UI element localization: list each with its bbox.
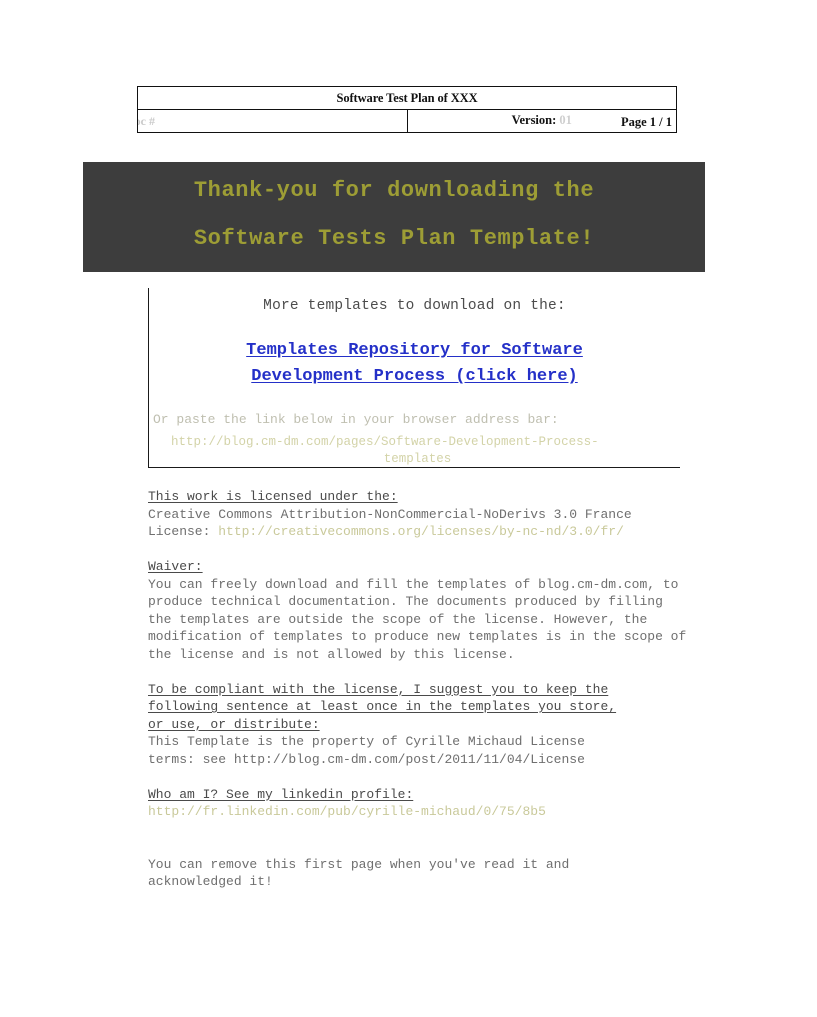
header-version-label: Version: (511, 113, 557, 127)
banner-line-1: Thank-you for downloading the (193, 178, 595, 203)
repository-url: http://blog.cm-dm.com/pages/Software-Dev… (159, 434, 676, 468)
license-line-1: Creative Commons Attribution-NonCommerci… (148, 506, 632, 522)
header-version-group: Version: 01 (408, 113, 677, 128)
license-heading: This work is licensed under the: (148, 489, 398, 504)
header-document-title: Software Test Plan of XXX (137, 86, 677, 110)
document-page: Software Test Plan of XXX Doc # Version:… (0, 0, 817, 1017)
waiver-heading: Waiver: (148, 559, 203, 574)
footer-note-line-1: You can remove this first page when you'… (148, 856, 570, 872)
compliance-heading-line-3: or use, or distribute: (148, 716, 320, 732)
repository-link-line-2: Development Process (click here) (251, 367, 578, 386)
creative-commons-url: http://creativecommons.org/licenses/by-n… (218, 524, 624, 539)
compliance-heading-line-2: following sentence at least once in the … (148, 699, 617, 714)
paste-link-instruction: Or paste the link below in your browser … (153, 412, 559, 427)
license-url-prefix: License: (148, 524, 219, 539)
thank-you-banner: Thank-you for downloading the Software T… (83, 162, 705, 272)
table-row: Software Test Plan of XXX (137, 86, 677, 110)
templates-repository-box: More templates to download on the: Templ… (148, 288, 680, 468)
banner-line-2: Software Tests Plan Template! (193, 226, 595, 251)
table-row: Doc # Version: 01 Page 1 / 1 (137, 109, 677, 133)
author-heading: Who am I? See my linkedin profile: (148, 786, 414, 802)
header-doc-number-value: Doc # (138, 113, 155, 128)
repository-intro-text: More templates to download on the: (263, 298, 566, 314)
document-header-table: Software Test Plan of XXX Doc # Version:… (137, 86, 677, 133)
repository-url-line-1: http://blog.cm-dm.com/pages/Software-Dev… (171, 435, 599, 449)
header-version-value: 01 (559, 113, 572, 127)
header-doc-number-cell: Doc # (137, 109, 408, 133)
repository-link-line-1: Templates Repository for Software (246, 341, 583, 360)
repository-url-line-2: templates (383, 452, 452, 466)
license-line-2: License: http://creativecommons.org/lice… (148, 523, 688, 541)
header-version-page-cell: Version: 01 Page 1 / 1 (406, 109, 677, 133)
templates-repository-link[interactable]: Templates Repository for Software Develo… (149, 338, 680, 390)
compliance-body-line-1: This Template is the property of Cyrille… (148, 734, 585, 749)
waiver-body: You can freely download and fill the tem… (148, 576, 695, 662)
footer-note-line-2: acknowledged it! (148, 874, 273, 889)
license-body: This work is licensed under the: Creativ… (148, 488, 688, 891)
compliance-heading-line-1: To be compliant with the license, I sugg… (148, 681, 609, 697)
compliance-body-line-2: terms: see http://blog.cm-dm.com/post/20… (148, 751, 585, 767)
linkedin-profile-url: http://fr.linkedin.com/pub/cyrille-micha… (148, 804, 546, 819)
